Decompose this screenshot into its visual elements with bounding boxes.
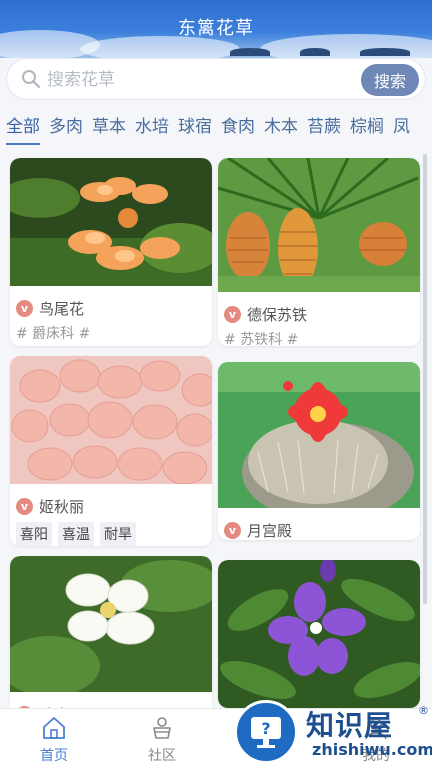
home-icon: [43, 717, 65, 739]
plant-photo: [10, 356, 212, 485]
monitor-question-icon: ?: [251, 717, 281, 748]
nav-home[interactable]: 首页: [24, 715, 84, 765]
watermark: ? 知识屋 ® zhishiwu.com: [232, 698, 432, 768]
tag-warm: 喜温: [58, 522, 94, 546]
tag-drought: 耐旱: [100, 522, 136, 546]
plant-card[interactable]: [218, 560, 420, 708]
plant-photo: [10, 158, 212, 286]
plant-photo: [218, 158, 420, 292]
card-name-row: v 鸟尾花: [10, 296, 212, 320]
plant-name: 月宫殿: [247, 521, 293, 540]
tab-succulent[interactable]: 多肉: [49, 112, 83, 143]
scrollbar[interactable]: [423, 154, 427, 604]
plant-photo: [218, 362, 420, 522]
search-input[interactable]: [47, 67, 347, 93]
tab-more[interactable]: 凤: [393, 112, 410, 143]
card-name-row: v 德保苏铁: [218, 302, 420, 326]
plant-photo: [10, 556, 212, 696]
verified-badge: v: [224, 305, 241, 323]
tab-woody[interactable]: 木本: [264, 112, 298, 143]
plant-name: 姬秋丽: [39, 497, 85, 516]
plant-family: # 苏铁科 #: [224, 332, 299, 346]
plant-name: 德保苏铁: [247, 305, 308, 324]
card-name-row: v 月宫殿: [218, 518, 420, 540]
plant-pot-icon: [153, 717, 171, 739]
nav-community-label: 社区: [148, 748, 176, 764]
plant-grid: v 鸟尾花 # 爵床科 # v 德保苏铁 # 苏铁科 # v 姬秋丽 喜阳 喜温…: [0, 150, 432, 708]
tag-sun: 喜阳: [16, 522, 52, 546]
nav-home-label: 首页: [40, 748, 68, 764]
watermark-url: zhishiwu.com: [312, 740, 432, 759]
tab-herbaceous[interactable]: 草本: [92, 112, 126, 143]
plant-card[interactable]: v 鸡庭: [10, 556, 212, 708]
verified-badge: v: [16, 299, 33, 317]
plant-name: 鸟尾花: [39, 299, 85, 318]
header: 东篱花草: [0, 0, 432, 58]
tab-carnivorous[interactable]: 食肉: [221, 112, 255, 143]
watermark-text: 知识屋: [306, 709, 394, 742]
tab-palm[interactable]: 棕榈: [350, 112, 384, 143]
card-name-row: v 姬秋丽: [10, 494, 212, 518]
tab-moss-fern[interactable]: 苔蕨: [307, 112, 341, 143]
search-button[interactable]: 搜索: [361, 64, 419, 96]
tab-hydroponic[interactable]: 水培: [135, 112, 169, 143]
verified-badge: v: [16, 497, 33, 515]
plant-card[interactable]: v 月宫殿: [218, 362, 420, 540]
plant-tags: 喜阳 喜温 耐旱: [10, 522, 212, 546]
svg-text:?: ?: [261, 719, 270, 738]
watermark-registered: ®: [418, 704, 429, 717]
search-icon: [22, 70, 40, 88]
tab-bulb[interactable]: 球宿: [178, 112, 212, 143]
plant-card[interactable]: v 鸟尾花 # 爵床科 #: [10, 158, 212, 346]
tab-all[interactable]: 全部: [6, 112, 40, 145]
verified-badge: v: [224, 521, 241, 539]
plant-photo: [218, 560, 420, 708]
plant-card[interactable]: v 姬秋丽 喜阳 喜温 耐旱: [10, 356, 212, 546]
search-bar: 搜索: [6, 58, 426, 100]
watermark-logo: ?: [234, 700, 298, 764]
nav-community[interactable]: 社区: [132, 715, 192, 765]
plant-card[interactable]: v 德保苏铁 # 苏铁科 #: [218, 158, 420, 346]
plant-family: # 爵床科 #: [16, 326, 91, 342]
category-tabs: 全部 多肉 草本 水培 球宿 食肉 木本 苔蕨 棕榈凤: [0, 112, 432, 148]
page-title: 东篱花草: [178, 18, 254, 39]
